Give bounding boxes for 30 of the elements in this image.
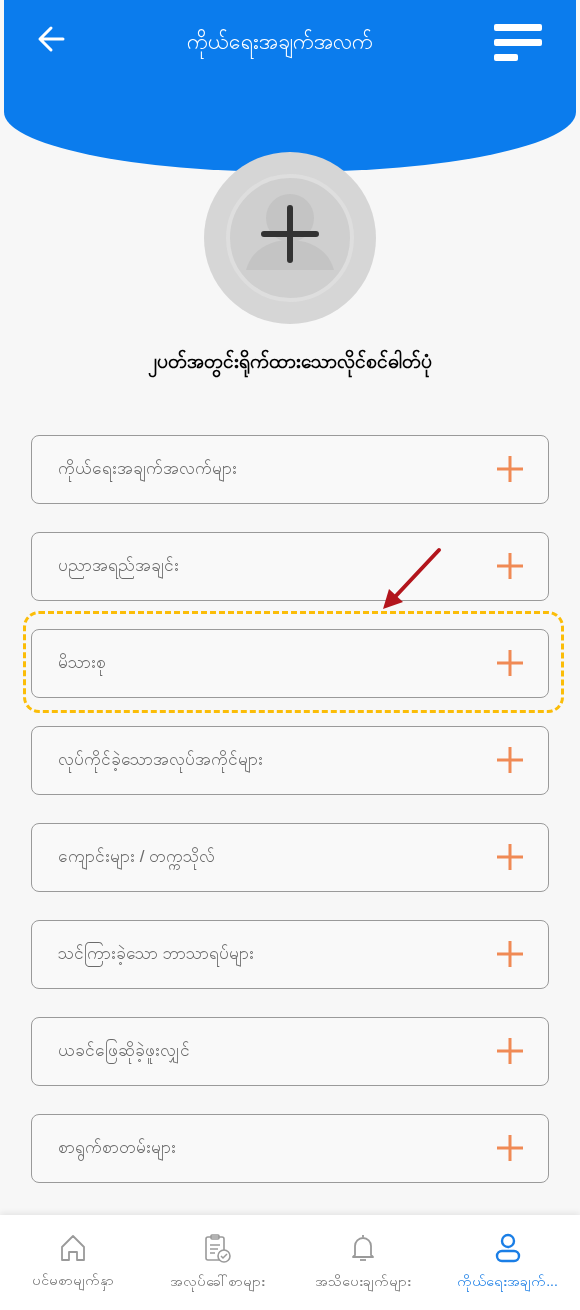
- section-row[interactable]: လုပ်ကိုင်ခဲ့သောအလုပ်အကိုင်များ: [31, 725, 549, 795]
- section-row[interactable]: ကိုယ်ရေးအချက်အလက်များ: [31, 434, 549, 504]
- add-photo-avatar[interactable]: [204, 152, 376, 324]
- plus-icon[interactable]: [496, 455, 524, 483]
- nav-tab[interactable]: အသိပေးချက်များ: [290, 1233, 435, 1292]
- plus-icon[interactable]: [496, 1037, 524, 1065]
- page-title: ကိုယ်ရေးအချက်အလက်: [187, 22, 373, 62]
- section-row[interactable]: စာရွက်စာတမ်းများ: [31, 1113, 549, 1183]
- section-row[interactable]: သင်ကြားခဲ့သော ဘာသာရပ်များ: [31, 919, 549, 989]
- plus-icon[interactable]: [496, 940, 524, 968]
- home-icon: [59, 1234, 86, 1262]
- pointer-arrow: [381, 546, 443, 611]
- person-icon: [494, 1233, 521, 1263]
- nav-tab[interactable]: ကိုယ်ရေးအချက်...: [435, 1233, 580, 1292]
- back-arrow-icon[interactable]: [36, 24, 66, 54]
- photo-caption: ၂ပတ်အတွင်းရိုက်ထားသောလိုင်စင်ဓါတ်ပုံ: [0, 348, 580, 377]
- plus-icon[interactable]: [496, 1134, 524, 1162]
- plus-icon[interactable]: [496, 649, 524, 677]
- menu-icon[interactable]: [494, 22, 544, 62]
- nav-tab[interactable]: အလုပ်ခေါ်စာများ: [145, 1233, 290, 1292]
- section-row[interactable]: မိသားစု: [31, 628, 549, 698]
- bell-icon: [350, 1233, 375, 1263]
- section-row[interactable]: ကျောင်းများ / တက္ကသိုလ်: [31, 822, 549, 892]
- nav-tab[interactable]: ပင်မစာမျက်နှာ: [0, 1234, 145, 1291]
- plus-icon[interactable]: [496, 552, 524, 580]
- plus-icon[interactable]: [496, 746, 524, 774]
- section-row[interactable]: ယခင်ဖြေဆိုခဲ့ဖူးလျှင်: [31, 1016, 549, 1086]
- clipboard-check-icon: [203, 1233, 232, 1263]
- plus-icon[interactable]: [496, 843, 524, 871]
- section-row[interactable]: ပညာအရည်အချင်း: [31, 531, 549, 601]
